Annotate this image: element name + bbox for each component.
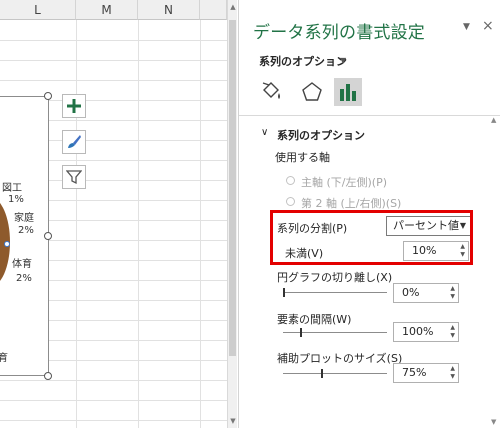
gridline (0, 400, 237, 401)
axis-label: 使用する軸 (275, 151, 330, 164)
series-options-menu[interactable]: 系列のオプション (259, 53, 347, 69)
data-label-value: 1% (8, 194, 24, 205)
gridline (138, 20, 139, 428)
data-label-name: 家庭 (14, 213, 34, 224)
data-label-name: 育 (0, 353, 8, 364)
data-label-value: 2% (18, 225, 34, 236)
pane-options-dropdown-icon[interactable]: ▼ (463, 22, 470, 32)
resize-handle[interactable] (44, 92, 52, 100)
fill-line-icon (262, 82, 280, 99)
gap-width-value: 100% (402, 325, 434, 338)
pane-title: データ系列の書式設定 (253, 23, 425, 43)
slider-thumb[interactable] (300, 328, 302, 337)
scroll-up-icon[interactable]: ▲ (491, 116, 496, 124)
chart-styles-button[interactable] (62, 130, 86, 154)
sheet-vertical-scrollbar[interactable]: ▲ ▼ (227, 0, 237, 428)
scrollbar-thumb[interactable] (229, 20, 236, 356)
pie-explosion-value: 0% (402, 286, 420, 299)
pane-scrollbar[interactable]: ▲ ▼ (489, 116, 500, 428)
chevron-down-icon[interactable]: ▼ (340, 56, 346, 65)
pie-explosion-label: 円グラフの切り離し(X) (277, 271, 393, 284)
slider-thumb[interactable] (321, 369, 323, 378)
gridline (0, 40, 237, 41)
chart-object[interactable]: 図工 1% 家庭 2% 体育 2% 育 (0, 96, 49, 376)
tab-fill-line[interactable] (257, 78, 285, 106)
gap-width-spinner[interactable]: 100% ▲ ▼ (393, 322, 459, 342)
resize-handle[interactable] (44, 372, 52, 380)
gridline (0, 420, 237, 421)
section-collapse-icon[interactable]: ∨ (261, 127, 268, 138)
chart-filters-button[interactable] (62, 165, 86, 189)
resize-handle[interactable] (44, 232, 52, 240)
highlight-box (270, 210, 473, 265)
column-label: N (164, 3, 173, 17)
data-label-value: 2% (16, 273, 32, 284)
gridline (0, 380, 237, 381)
spin-up-icon[interactable]: ▲ (450, 365, 455, 373)
gap-width-label: 要素の間隔(W) (277, 313, 352, 326)
tab-series-options[interactable] (334, 78, 362, 106)
close-icon[interactable]: × (482, 18, 494, 34)
selection-point (4, 241, 10, 247)
pie-explosion-slider[interactable] (283, 292, 387, 293)
scroll-down-icon[interactable]: ▼ (228, 416, 237, 426)
column-header-n[interactable]: N (138, 0, 200, 20)
second-plot-size-slider[interactable] (283, 373, 387, 374)
second-plot-size-value: 75% (402, 366, 427, 379)
slider-thumb[interactable] (283, 288, 285, 297)
column-header-l[interactable]: L (0, 0, 76, 20)
filter-icon (66, 170, 82, 185)
gap-width-slider[interactable] (283, 332, 387, 333)
bar-chart-icon (340, 84, 356, 101)
secondary-axis-label: 第 2 軸 (上/右側)(S) (301, 197, 402, 210)
column-header-m[interactable]: M (76, 0, 138, 20)
gridline (76, 20, 77, 428)
column-header-o[interactable] (200, 0, 227, 20)
divider (239, 115, 500, 116)
worksheet-area[interactable]: L M N 図工 1% 家庭 2% 体育 2% 育 ▲ ▼ (0, 0, 237, 428)
section-title[interactable]: 系列のオプション (277, 127, 365, 143)
pentagon-effects-icon (302, 82, 322, 101)
gridline (0, 80, 237, 81)
primary-axis-radio[interactable] (286, 176, 295, 185)
spin-down-icon[interactable]: ▼ (450, 332, 455, 340)
tab-effects[interactable] (298, 78, 326, 106)
secondary-axis-radio[interactable] (286, 197, 295, 206)
data-label-name: 体育 (12, 259, 32, 270)
column-label: M (101, 3, 112, 17)
scroll-up-icon[interactable]: ▲ (228, 2, 237, 12)
primary-axis-label: 主軸 (下/左側)(P) (301, 176, 388, 189)
second-plot-size-label: 補助プロットのサイズ(S) (277, 352, 403, 365)
chart-elements-button[interactable] (62, 94, 86, 118)
pie-explosion-spinner[interactable]: 0% ▲ ▼ (393, 283, 459, 303)
second-plot-size-spinner[interactable]: 75% ▲ ▼ (393, 363, 459, 383)
gridline (200, 20, 201, 428)
gridline (0, 60, 237, 61)
spin-up-icon[interactable]: ▲ (450, 285, 455, 293)
scroll-down-icon[interactable]: ▼ (491, 418, 496, 426)
data-label-name: 図工 (2, 183, 22, 194)
plus-icon (67, 99, 81, 113)
spin-up-icon[interactable]: ▲ (450, 324, 455, 332)
spin-down-icon[interactable]: ▼ (450, 293, 455, 301)
brush-icon (68, 135, 81, 148)
spin-down-icon[interactable]: ▼ (450, 373, 455, 381)
column-label: L (34, 3, 41, 17)
